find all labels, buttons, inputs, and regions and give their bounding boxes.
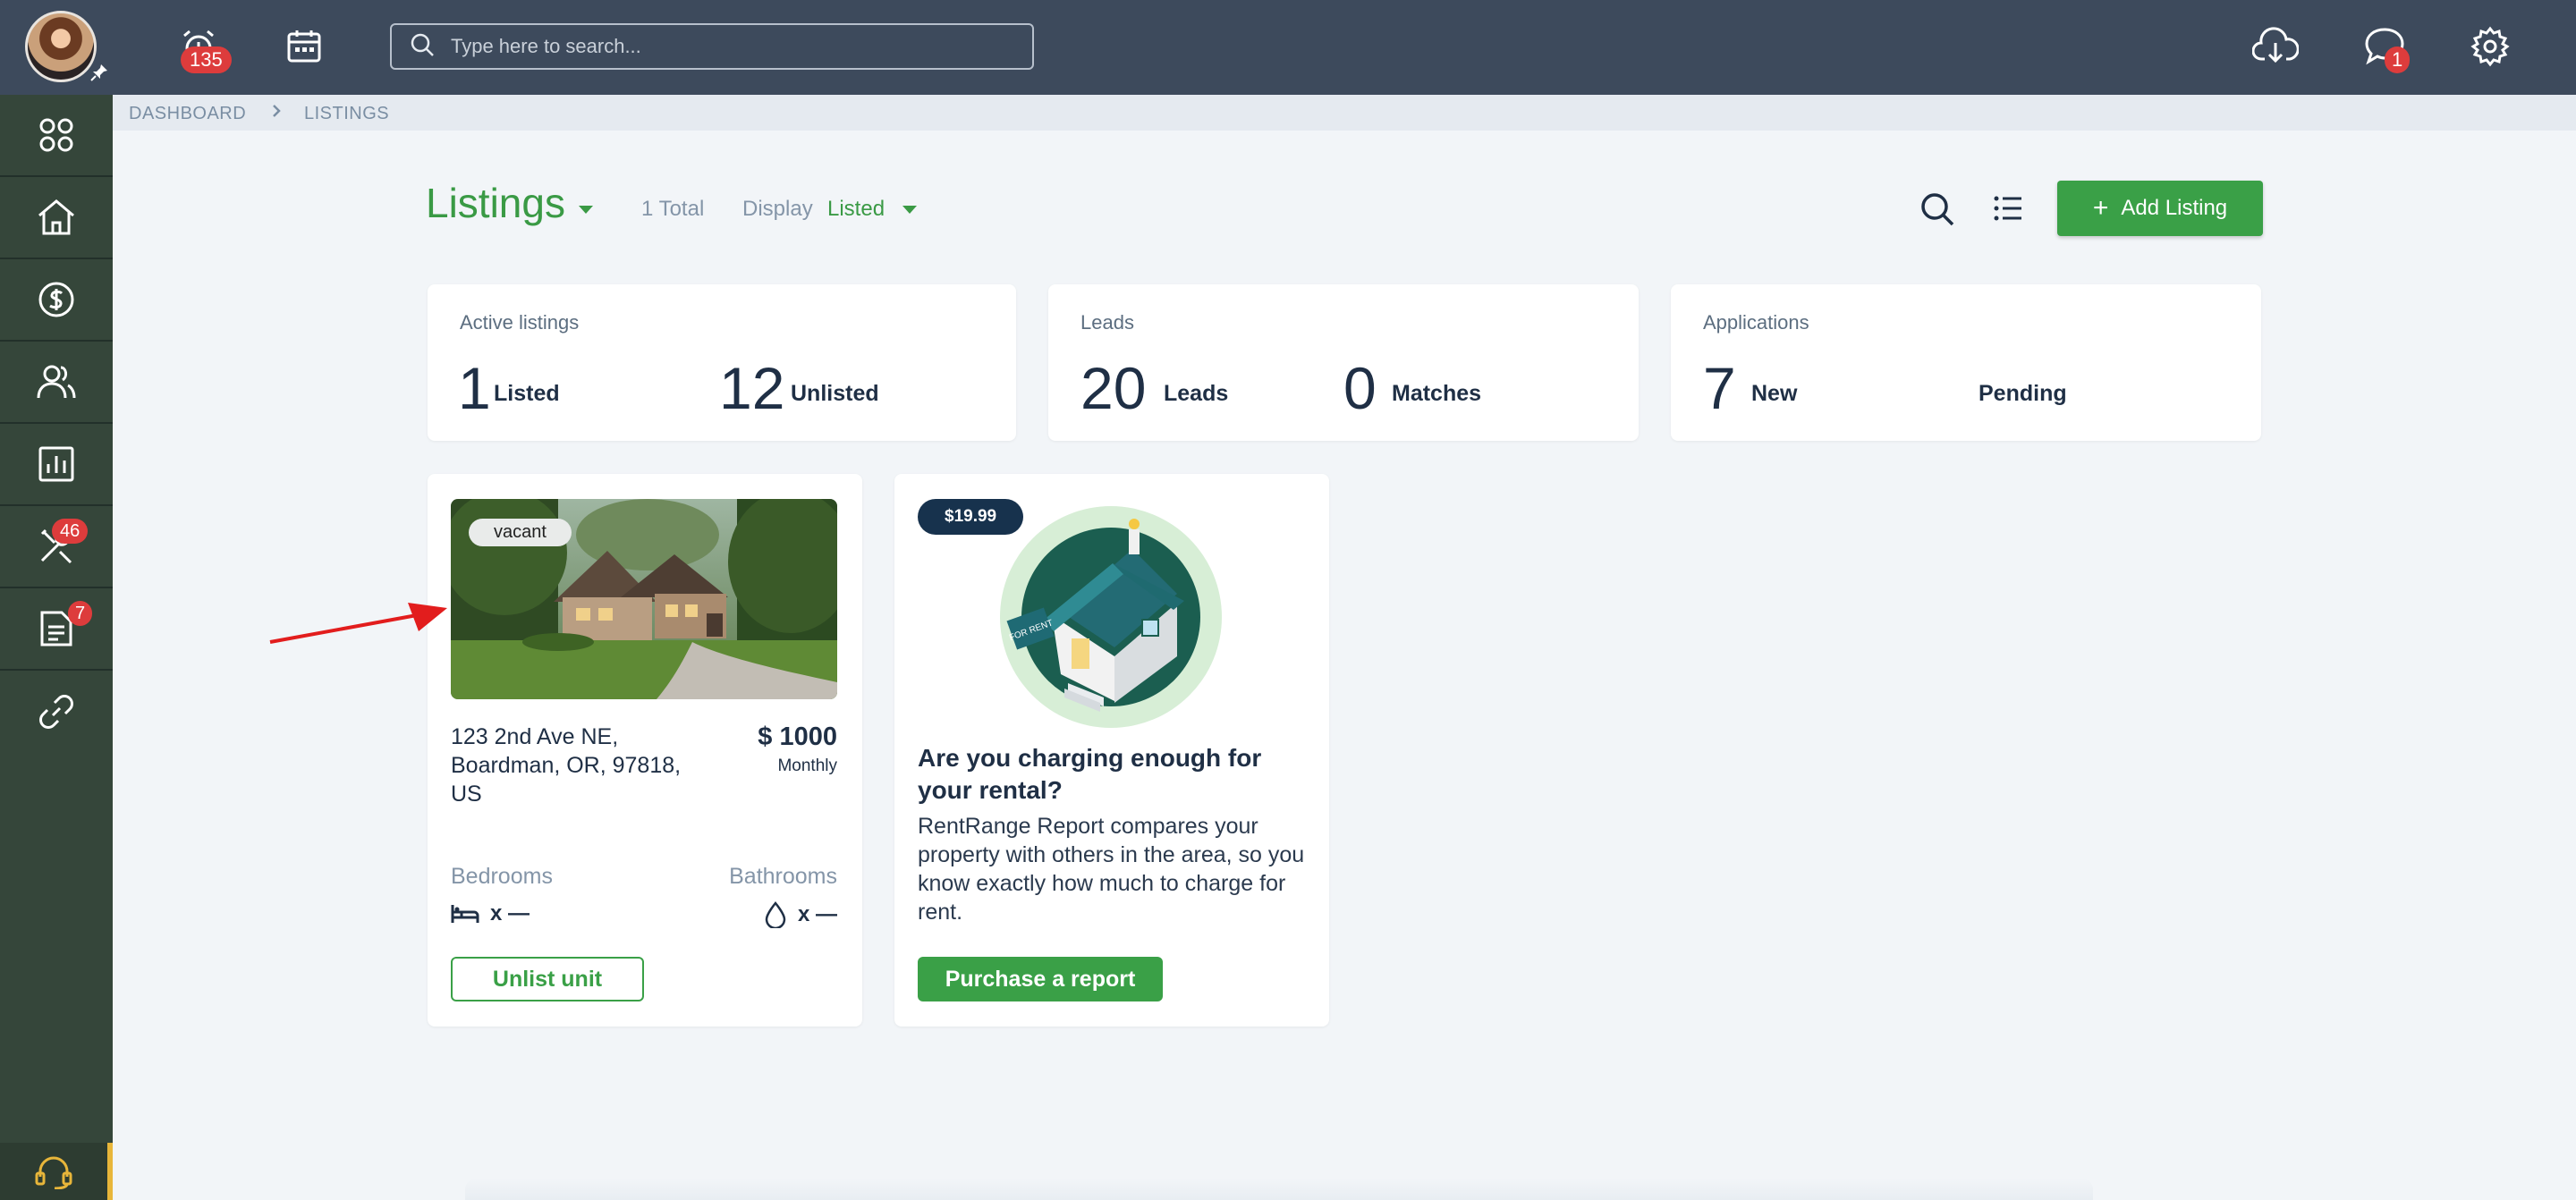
stat-label: Applications bbox=[1703, 311, 1809, 334]
bedrooms-label: Bedrooms bbox=[451, 864, 553, 889]
sidebar: 46 7 bbox=[0, 95, 113, 1200]
bedrooms-count: x — bbox=[490, 901, 530, 925]
cloud-download-icon[interactable] bbox=[2249, 20, 2302, 73]
sidebar-item-people[interactable] bbox=[0, 342, 113, 424]
price-period: Monthly bbox=[777, 756, 837, 775]
link-icon bbox=[39, 695, 73, 729]
calendar-icon[interactable] bbox=[277, 20, 331, 73]
alarm-icon[interactable]: 135 bbox=[172, 20, 232, 73]
status-badge: vacant bbox=[469, 519, 572, 546]
address-line: 123 2nd Ave NE, bbox=[451, 724, 619, 749]
sidebar-item-links[interactable] bbox=[0, 671, 113, 753]
bedrooms-value: x — bbox=[451, 901, 530, 926]
stat-number: 7 bbox=[1703, 355, 1736, 421]
breadcrumb: DASHBOARD LISTINGS bbox=[113, 95, 2576, 131]
listing-card[interactable]: vacant 123 2nd Ave NE, Boardman, OR, 978… bbox=[428, 474, 862, 1027]
listing-price: $ 1000 bbox=[758, 723, 837, 751]
user-avatar[interactable] bbox=[25, 11, 97, 82]
list-view-icon[interactable] bbox=[1993, 193, 2023, 228]
listing-photo[interactable]: vacant bbox=[451, 499, 837, 699]
active-listings-card[interactable]: Active listings 1 Listed 12 Unlisted bbox=[428, 284, 1016, 441]
sidebar-item-documents[interactable]: 7 bbox=[0, 588, 113, 671]
chat-icon[interactable]: 1 bbox=[2358, 20, 2411, 73]
grid-icon bbox=[39, 118, 73, 152]
stat-label: Leads bbox=[1080, 311, 1134, 334]
stat-number: 12 bbox=[719, 355, 785, 421]
support-button[interactable] bbox=[0, 1143, 113, 1200]
stat-number: 20 bbox=[1080, 355, 1147, 421]
dollar-circle-icon bbox=[38, 282, 74, 317]
maintenance-badge: 46 bbox=[52, 519, 89, 544]
add-listing-label: Add Listing bbox=[2121, 196, 2228, 220]
stat-number: 0 bbox=[1343, 355, 1377, 421]
stat-label: Active listings bbox=[460, 311, 580, 334]
people-icon bbox=[37, 365, 76, 399]
stat-number: 1 bbox=[458, 355, 491, 421]
breadcrumb-listings: LISTINGS bbox=[304, 104, 390, 123]
breadcrumb-dashboard[interactable]: DASHBOARD bbox=[129, 104, 246, 124]
title-dropdown-icon[interactable] bbox=[579, 206, 593, 214]
search-input[interactable] bbox=[449, 34, 1004, 59]
home-icon bbox=[38, 199, 74, 235]
stat-text: Pending bbox=[1979, 381, 2067, 406]
search-icon bbox=[410, 32, 435, 62]
alarm-badge: 135 bbox=[181, 46, 232, 73]
settings-gear-icon[interactable] bbox=[2463, 20, 2517, 73]
water-drop-icon bbox=[765, 901, 786, 928]
page-title[interactable]: Listings bbox=[426, 179, 565, 227]
sidebar-item-reports[interactable] bbox=[0, 424, 113, 506]
bathrooms-label: Bathrooms bbox=[729, 864, 837, 889]
sidebar-item-dashboard[interactable] bbox=[0, 95, 113, 177]
stat-text: Listed bbox=[494, 381, 560, 406]
address-line: US bbox=[451, 782, 482, 807]
chevron-right-icon bbox=[270, 102, 283, 125]
bathrooms-count: x — bbox=[797, 902, 837, 926]
leads-card[interactable]: Leads 20 Leads 0 Matches bbox=[1048, 284, 1639, 441]
address-line: Boardman, OR, 97818, bbox=[451, 753, 682, 778]
display-label: Display bbox=[742, 197, 813, 221]
unlist-unit-button[interactable]: Unlist unit bbox=[451, 957, 644, 1001]
messages-badge: 1 bbox=[2385, 46, 2411, 73]
headset-icon bbox=[35, 1156, 72, 1189]
footer-edge bbox=[465, 1179, 2093, 1200]
display-dropdown-icon[interactable] bbox=[902, 206, 917, 214]
display-filter-dropdown[interactable]: Listed bbox=[827, 197, 885, 222]
stat-text: Unlisted bbox=[791, 381, 879, 406]
search-box[interactable] bbox=[390, 23, 1034, 70]
search-listings-icon[interactable] bbox=[1919, 191, 1955, 232]
top-bar: 135 1 bbox=[0, 0, 2576, 95]
stat-text: Leads bbox=[1164, 381, 1229, 406]
price-badge: $19.99 bbox=[918, 499, 1024, 535]
bathrooms-value: x — bbox=[764, 901, 837, 928]
promo-description: RentRange Report compares your property … bbox=[918, 814, 1305, 925]
promo-title: Are you charging enough for your rental? bbox=[918, 744, 1262, 804]
house-illustration: FOR RENT bbox=[1000, 506, 1222, 728]
sidebar-item-payments[interactable] bbox=[0, 259, 113, 342]
stat-text: New bbox=[1751, 381, 1798, 406]
purchase-report-button[interactable]: Purchase a report bbox=[918, 957, 1163, 1001]
pin-icon bbox=[89, 63, 109, 82]
documents-badge: 7 bbox=[68, 601, 93, 626]
add-listing-button[interactable]: + Add Listing bbox=[2057, 181, 2263, 236]
listing-address[interactable]: 123 2nd Ave NE, Boardman, OR, 97818, US bbox=[451, 723, 692, 808]
sidebar-item-maintenance[interactable]: 46 bbox=[0, 506, 113, 588]
annotation-arrow-icon bbox=[269, 603, 447, 644]
bed-icon bbox=[451, 905, 479, 923]
applications-card[interactable]: Applications 7 New Pending bbox=[1671, 284, 2261, 441]
stat-text: Matches bbox=[1392, 381, 1482, 406]
sidebar-item-properties[interactable] bbox=[0, 177, 113, 259]
plus-icon: + bbox=[2092, 193, 2109, 223]
rentrange-promo-card: FOR RENT $19.99 Are you charging enough … bbox=[894, 474, 1329, 1027]
total-count: 1 Total bbox=[641, 197, 705, 221]
chart-icon bbox=[38, 446, 74, 482]
